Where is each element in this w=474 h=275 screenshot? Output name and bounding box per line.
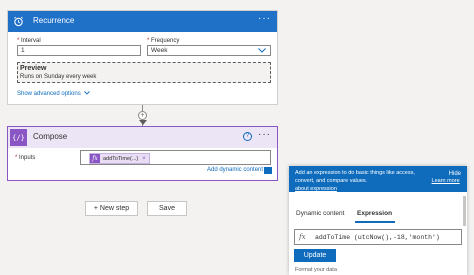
compose-card: {∕} Compose ? ··· * Inputs fx addToTime(… — [7, 126, 278, 181]
expression-token[interactable]: fx addToTime(...) × — [89, 153, 150, 164]
interval-label: * Interval — [17, 38, 41, 44]
expression-panel: Add an expression to do basic things lik… — [289, 166, 467, 275]
compose-more-icon[interactable]: ··· — [258, 130, 271, 140]
interval-input[interactable]: 1 — [17, 45, 141, 56]
preview-text: Runs on Sunday every week — [20, 74, 97, 80]
remove-token-icon[interactable]: × — [142, 156, 146, 162]
add-step-plus-icon[interactable]: + — [138, 111, 147, 120]
preview-box: Preview Runs on Sunday every week — [17, 62, 271, 83]
scrollbar[interactable] — [463, 196, 466, 226]
add-dynamic-content-link[interactable]: Add dynamic content — [207, 167, 263, 173]
curly-braces-icon: {∕} — [10, 129, 27, 146]
recurrence-header[interactable]: Recurrence ··· — [8, 11, 277, 32]
tab-active-indicator — [355, 221, 395, 223]
arrow-down-icon — [139, 120, 147, 125]
inputs-label: * Inputs — [15, 155, 36, 161]
expression-input[interactable]: fx addToTime (utcNow(),-18,'month') — [294, 229, 462, 245]
tab-expression[interactable]: Expression — [357, 210, 392, 217]
fx-icon: fx — [299, 233, 306, 241]
recurrence-title: Recurrence — [33, 16, 75, 25]
tab-dynamic-content[interactable]: Dynamic content — [296, 210, 344, 217]
hide-button[interactable]: Hide — [449, 170, 461, 178]
frequency-value: Week — [151, 47, 168, 54]
frequency-label: * Frequency — [147, 38, 180, 44]
update-button[interactable]: Update — [294, 249, 336, 262]
chevron-down-icon — [84, 91, 91, 95]
dynamic-content-icon[interactable] — [264, 167, 272, 174]
help-icon[interactable]: ? — [243, 132, 252, 141]
expression-value: addToTime (utcNow(),-18,'month') — [315, 234, 440, 241]
fx-icon: fx — [90, 154, 100, 163]
banner-text: Add an expression to do basic things lik… — [295, 170, 415, 184]
expression-banner: Add an expression to do basic things lik… — [289, 166, 467, 192]
token-label: addToTime(...) — [103, 155, 139, 162]
frequency-select[interactable]: Week — [147, 45, 271, 56]
show-advanced-options-link[interactable]: Show advanced options — [17, 91, 91, 97]
alarm-clock-icon — [10, 13, 27, 30]
recurrence-more-icon[interactable]: ··· — [258, 14, 271, 24]
compose-title: Compose — [33, 132, 68, 141]
save-button[interactable]: Save — [147, 201, 187, 216]
preview-title: Preview — [20, 65, 47, 72]
footer-text: Format your data — [295, 267, 337, 273]
recurrence-card: Recurrence ··· * Interval 1 * Frequency … — [7, 10, 278, 105]
chevron-down-icon — [258, 48, 266, 53]
new-step-button[interactable]: + New step — [85, 201, 138, 216]
compose-header[interactable]: {∕} Compose ? ··· — [8, 127, 277, 148]
